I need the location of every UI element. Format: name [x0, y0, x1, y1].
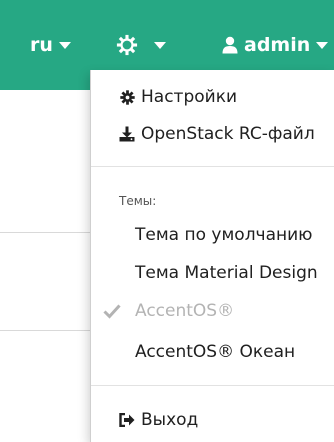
- language-label: ru: [30, 34, 53, 56]
- theme-option-default[interactable]: Тема по умолчанию: [91, 218, 334, 252]
- cog-icon: [119, 89, 135, 105]
- page: ru admin Настройки OpenStack RC-файл Тем…: [0, 0, 334, 442]
- content-divider: [0, 232, 90, 233]
- user-name: admin: [244, 34, 311, 56]
- logout-menu-item[interactable]: Выход: [91, 403, 334, 437]
- theme-option-label: AccentOS®: [135, 301, 235, 321]
- gear-icon: [116, 34, 138, 56]
- theme-dropdown-toggle[interactable]: [116, 28, 166, 62]
- sign-out-icon: [119, 413, 135, 427]
- checkmark-icon: [103, 304, 121, 319]
- user-icon: [222, 36, 238, 54]
- menu-divider: [91, 385, 334, 386]
- user-dropdown-toggle[interactable]: admin: [222, 28, 329, 62]
- language-dropdown-toggle[interactable]: ru: [30, 28, 71, 62]
- theme-option-accentos[interactable]: AccentOS®: [91, 294, 334, 328]
- theme-option-label: AccentOS® Океан: [135, 342, 296, 362]
- theme-option-label: Тема Material Design: [135, 263, 318, 283]
- settings-menu-item[interactable]: Настройки: [91, 80, 334, 114]
- openstack-rc-file-label: OpenStack RC-файл: [141, 124, 315, 144]
- themes-section-header: Темы:: [119, 194, 157, 208]
- chevron-down-icon: [154, 41, 166, 49]
- menu-divider: [91, 166, 334, 167]
- logout-label: Выход: [141, 410, 199, 430]
- openstack-rc-file-menu-item[interactable]: OpenStack RC-файл: [91, 117, 334, 151]
- chevron-down-icon: [58, 41, 71, 49]
- content-divider: [0, 330, 90, 331]
- theme-option-accentos-ocean[interactable]: AccentOS® Океан: [91, 335, 334, 369]
- theme-settings-dropdown: Настройки OpenStack RC-файл Темы: Тема п…: [90, 70, 334, 442]
- theme-option-material-design[interactable]: Тема Material Design: [91, 256, 334, 290]
- download-icon: [119, 126, 135, 142]
- theme-option-label: Тема по умолчанию: [135, 225, 313, 245]
- chevron-down-icon: [316, 41, 329, 49]
- settings-label: Настройки: [141, 87, 238, 107]
